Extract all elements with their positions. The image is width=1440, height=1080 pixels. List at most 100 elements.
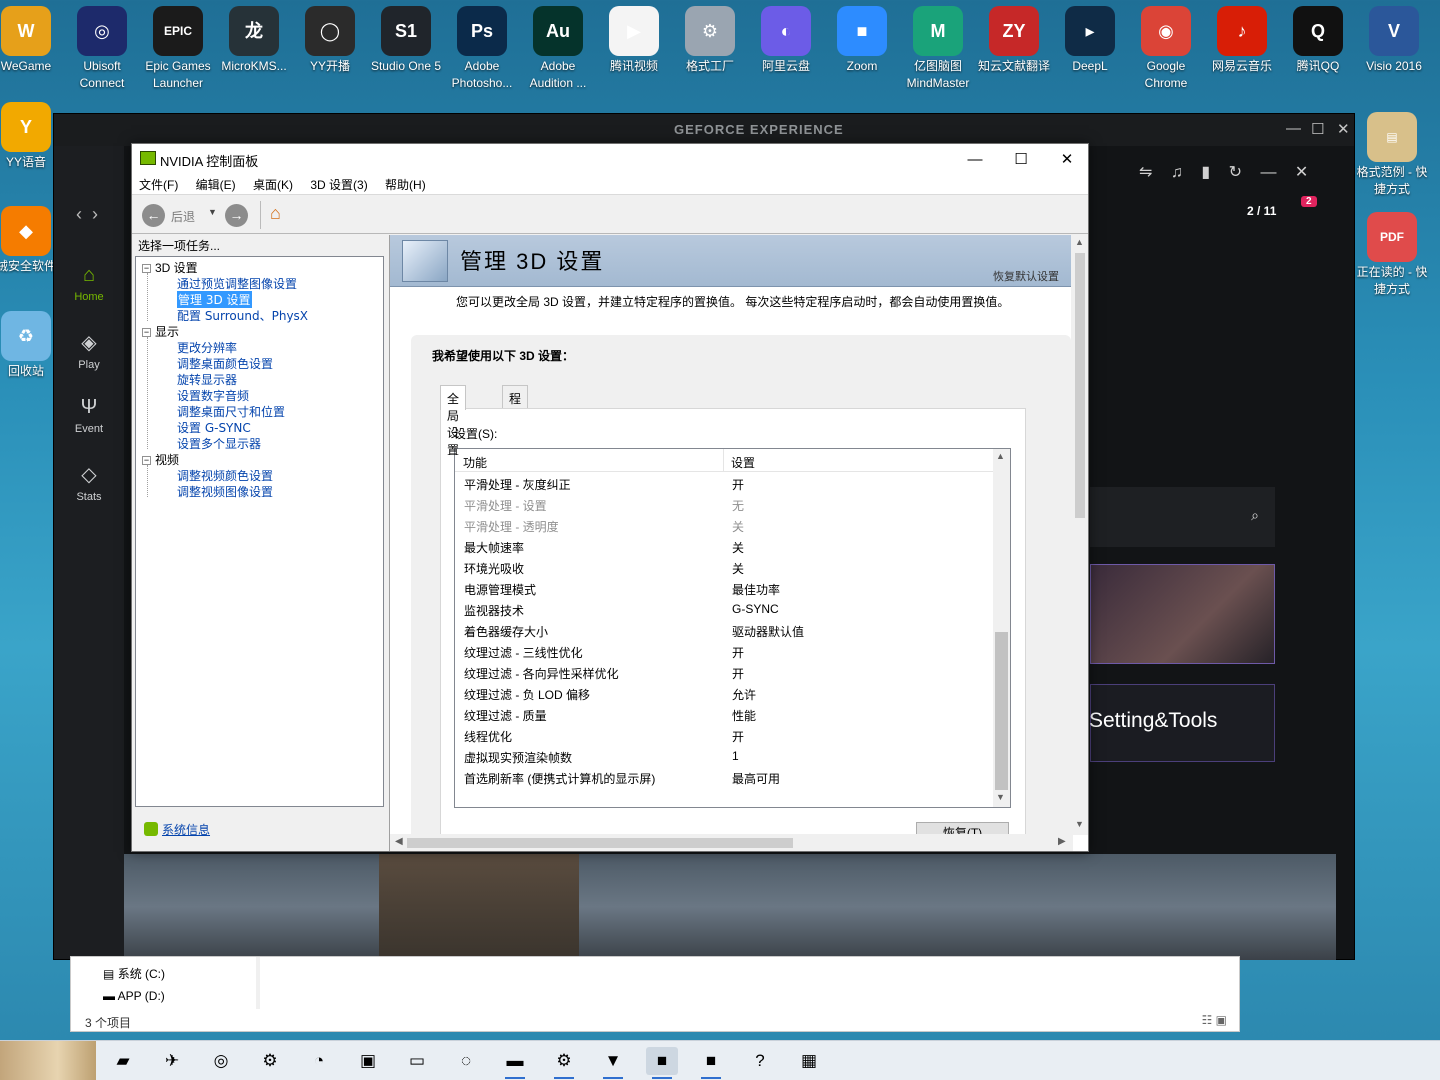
desktop-icon[interactable]: ♪ 网易云音乐 xyxy=(1204,0,1280,75)
table-row[interactable]: 纹理过滤 - 负 LOD 偏移 允许 xyxy=(455,683,993,704)
tree-item[interactable]: 更改分辨率 xyxy=(177,339,237,356)
gfe-nav-play[interactable]: ◈ Play xyxy=(54,330,124,371)
signal-icon[interactable]: ▮ xyxy=(1201,164,1210,181)
desktop-icon[interactable]: ⚙ 格式工厂 xyxy=(672,0,748,75)
content-scrollbar[interactable]: ▲ ▼ xyxy=(1071,235,1088,835)
desktop-icon[interactable]: 龙 MicroKMS... xyxy=(216,0,292,75)
gfe-game-card[interactable] xyxy=(1090,564,1275,664)
system-info-link[interactable]: 系统信息 xyxy=(144,821,210,838)
column-feature[interactable]: 功能 xyxy=(463,454,487,471)
tree-group[interactable]: −3D 设置 xyxy=(142,259,198,276)
scroll-up-icon[interactable]: ▲ xyxy=(996,451,1005,461)
desktop-icon[interactable]: M 亿图脑图 MindMaster xyxy=(900,0,976,92)
back-dropdown-icon[interactable]: ▼ xyxy=(208,207,217,217)
sticky-notes-icon[interactable]: ▰ xyxy=(107,1047,139,1075)
collapse-icon[interactable]: − xyxy=(142,264,151,273)
share-icon[interactable]: ⇋ xyxy=(1139,164,1152,181)
drive-c[interactable]: ▤ 系统 (C:) xyxy=(103,965,165,982)
gfe-nav-stats[interactable]: ◇ Stats xyxy=(54,462,124,503)
desktop-icon[interactable]: ◉ Google Chrome xyxy=(1128,0,1204,92)
desktop-icon[interactable]: Au Adobe Audition ... xyxy=(520,0,596,92)
hscroll-thumb[interactable] xyxy=(407,838,793,848)
search-icon[interactable]: ◔ xyxy=(303,1047,335,1075)
menu-3d-settings[interactable]: 3D 设置(3) xyxy=(303,174,374,195)
tree-item[interactable]: 调整桌面颜色设置 xyxy=(177,355,273,372)
desktop-icon[interactable]: Ps Adobe Photosho... xyxy=(444,0,520,92)
scroll-down-icon[interactable]: ▼ xyxy=(1075,819,1084,829)
desktop-icon[interactable]: PDF 正在读的 - 快捷方式 xyxy=(1354,206,1430,298)
table-row[interactable]: 电源管理模式 最佳功率 xyxy=(455,578,993,599)
desktop-icon[interactable]: ▤ 格式范例 - 快捷方式 xyxy=(1354,106,1430,198)
sync-icon[interactable]: ↻ xyxy=(1229,164,1242,181)
table-row[interactable]: 着色器缓存大小 驱动器默认值 xyxy=(455,620,993,641)
column-divider[interactable] xyxy=(723,449,724,472)
feishu-icon[interactable]: ✈ xyxy=(156,1047,188,1075)
tree-item[interactable]: 旋转显示器 xyxy=(177,371,237,388)
scroll-down-icon[interactable]: ▼ xyxy=(996,792,1005,802)
table-row[interactable]: 最大帧速率 关 xyxy=(455,536,993,557)
back-button-icon[interactable]: ← xyxy=(142,204,165,227)
table-row[interactable]: 首选刷新率 (便携式计算机的显示屏) 最高可用 xyxy=(455,767,993,788)
computer-icon[interactable]: ▭ xyxy=(401,1047,433,1075)
content-scroll-thumb[interactable] xyxy=(1075,253,1085,518)
photos-icon[interactable]: ▦ xyxy=(793,1047,825,1075)
steam-icon[interactable]: ⚙ xyxy=(548,1047,580,1079)
drive-d[interactable]: ▬ APP (D:) xyxy=(103,989,165,1003)
tree-item[interactable]: 调整桌面尺寸和位置 xyxy=(177,403,285,420)
table-row[interactable]: 平滑处理 - 设置 无 xyxy=(455,494,993,515)
desktop-icon[interactable]: EPIC Epic Games Launcher xyxy=(140,0,216,92)
tab-global-settings[interactable]: 全局设置 xyxy=(440,385,467,457)
table-row[interactable]: 平滑处理 - 透明度 关 xyxy=(455,515,993,536)
tree-item[interactable]: 配置 Surround、PhysX xyxy=(177,307,308,324)
search-icon[interactable]: ⌕ xyxy=(1251,507,1259,524)
desktop-icon[interactable]: ◯ YY开播 xyxy=(292,0,368,75)
desktop-icon[interactable]: W WeGame xyxy=(0,0,64,75)
restore-defaults-link[interactable]: 恢复默认设置 xyxy=(993,268,1059,284)
settings-icon[interactable]: ⚙ xyxy=(254,1047,286,1075)
gfe-close-icon[interactable]: ✕ xyxy=(1337,120,1351,138)
menu-file[interactable]: 文件(F) xyxy=(132,174,185,195)
back-arrow-icon[interactable]: ‹ xyxy=(76,204,82,224)
desktop-icon[interactable]: ■ Zoom xyxy=(824,0,900,75)
explorer-splitter[interactable] xyxy=(256,957,260,1009)
maximize-button[interactable]: ☐ xyxy=(998,147,1044,173)
back-label[interactable]: 后退 xyxy=(171,208,195,225)
grid-scroll-thumb[interactable] xyxy=(995,632,1008,790)
tree-item[interactable]: 设置 G-SYNC xyxy=(177,419,251,436)
help-icon[interactable]: ? xyxy=(744,1047,776,1075)
menu-help[interactable]: 帮助(H) xyxy=(378,174,433,195)
column-setting[interactable]: 设置 xyxy=(731,454,755,471)
desktop-icon[interactable]: ZY 知云文献翻译 xyxy=(976,0,1052,75)
table-row[interactable]: 纹理过滤 - 质量 性能 xyxy=(455,704,993,725)
table-row[interactable]: 纹理过滤 - 各向异性采样优化 开 xyxy=(455,662,993,683)
gfe-nav-arrows[interactable]: ‹ › xyxy=(76,204,98,225)
collapse-icon[interactable]: − xyxy=(142,456,151,465)
friends-badge[interactable]: 2 / 11 2 xyxy=(1247,196,1317,218)
gfe-settings-card[interactable]: Setting&Tools xyxy=(1089,684,1275,762)
tree-item[interactable]: 调整视频图像设置 xyxy=(177,483,273,500)
minimize-icon[interactable]: — xyxy=(1260,164,1276,181)
table-row[interactable]: 纹理过滤 - 三线性优化 开 xyxy=(455,641,993,662)
forward-arrow-icon[interactable]: › xyxy=(92,204,98,224)
start-button[interactable] xyxy=(0,1041,96,1080)
desktop-icon[interactable]: ▸ DeepL xyxy=(1052,0,1128,75)
table-row[interactable]: 虚拟现实预渲染帧数 1 xyxy=(455,746,993,767)
content-hscrollbar[interactable]: ◀ ▶ xyxy=(390,834,1073,851)
table-row[interactable]: 环境光吸收 关 xyxy=(455,557,993,578)
nvidia-panel-icon[interactable]: ■ xyxy=(646,1047,678,1079)
forward-button-icon[interactable]: → xyxy=(225,204,248,227)
table-row[interactable]: 监视器技术 G-SYNC xyxy=(455,599,993,620)
home-icon[interactable]: ⌂ xyxy=(270,203,281,224)
gfe-search-bar[interactable]: ⌕ xyxy=(1090,487,1275,547)
scroll-left-icon[interactable]: ◀ xyxy=(395,836,403,847)
desktop-icon[interactable]: ▶ 腾讯视频 xyxy=(596,0,672,75)
tree-item[interactable]: 设置数字音频 xyxy=(177,387,249,404)
table-row[interactable]: 线程优化 开 xyxy=(455,725,993,746)
grid-scrollbar[interactable]: ▲ ▼ xyxy=(993,449,1010,807)
collapse-icon[interactable]: − xyxy=(142,328,151,337)
bell-icon[interactable]: ♫ xyxy=(1171,164,1183,181)
tree-item[interactable]: 管理 3D 设置 xyxy=(177,291,252,308)
desktop-icon[interactable]: ◎ Ubisoft Connect xyxy=(64,0,140,92)
tab-program-settings[interactable]: 程序设置 xyxy=(502,385,529,457)
gfe-nav-event[interactable]: Ψ Event xyxy=(54,396,124,435)
